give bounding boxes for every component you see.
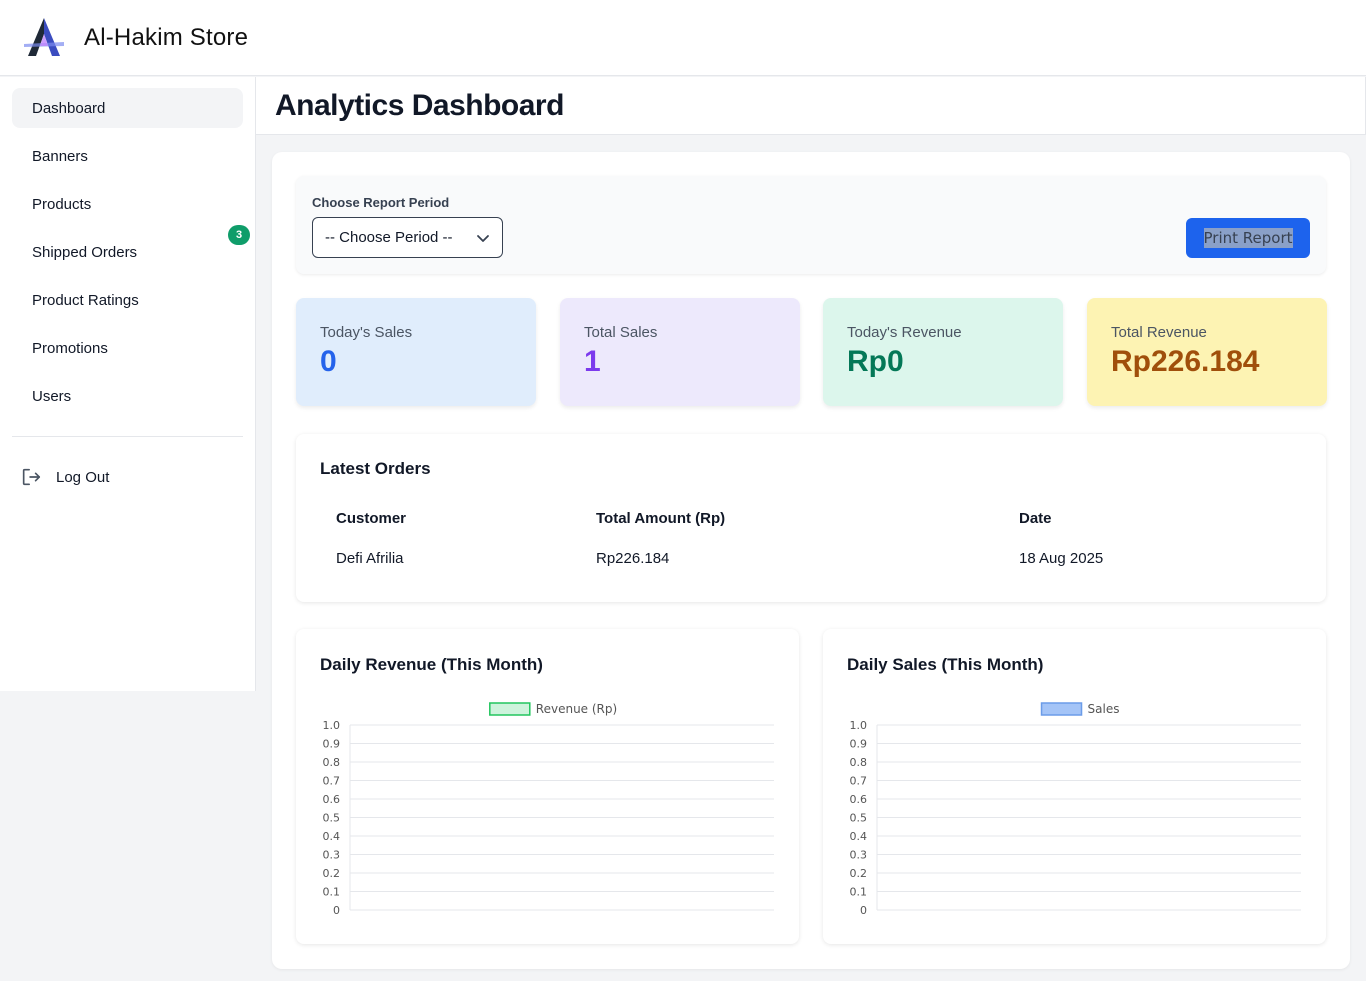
- table-cell-customer: Defi Afrilia: [336, 550, 404, 567]
- sidebar-empty-area: [0, 691, 256, 981]
- sidebar-item-label: Promotions: [32, 339, 108, 357]
- y-tick-label: 0.8: [850, 756, 868, 769]
- stat-card-total-sales: Total Sales 1: [560, 298, 800, 406]
- y-tick-label: 0.3: [323, 849, 341, 862]
- sidebar-item-label: Product Ratings: [32, 291, 139, 309]
- page-title: Analytics Dashboard: [275, 88, 564, 122]
- sidebar-item-label: Banners: [32, 147, 88, 165]
- daily-revenue-chart-card: Daily Revenue (This Month) Revenue (Rp) 1…: [296, 629, 799, 944]
- y-tick-label: 1.0: [323, 719, 341, 732]
- stat-label: Total Sales: [584, 324, 658, 341]
- y-tick-label: 0.2: [323, 867, 341, 880]
- report-period-select[interactable]: -- Choose Period --: [312, 217, 503, 258]
- y-tick-label: 0.8: [323, 756, 341, 769]
- shipped-orders-badge: 3: [228, 225, 250, 245]
- print-report-label: Print Report: [1203, 228, 1293, 248]
- sidebar-item-banners[interactable]: Banners: [12, 136, 243, 176]
- daily-sales-chart-card: Daily Sales (This Month) Sales 1.0 0.9 0.8 0…: [823, 629, 1326, 944]
- sidebar-item-products[interactable]: Products: [12, 184, 243, 224]
- page-header: Analytics Dashboard: [256, 77, 1366, 135]
- daily-sales-chart: Sales 1.0 0.9 0.8 0.7 0.6 0.5 0.4 0.3 0.2 0.1 0: [850, 702, 1301, 917]
- legend-swatch: [1040, 702, 1083, 716]
- stat-value: Rp226.184: [1111, 345, 1260, 378]
- latest-orders-card: Latest Orders Customer Total Amount (Rp)…: [296, 434, 1326, 602]
- y-tick-label: 0: [333, 904, 340, 917]
- stat-label: Today's Revenue: [847, 324, 962, 341]
- top-bar: Al-Hakim Store: [0, 0, 1366, 76]
- stat-value: 0: [320, 345, 337, 378]
- y-tick-label: 0: [860, 904, 867, 917]
- y-tick-label: 0.5: [850, 812, 868, 825]
- logout-button[interactable]: Log Out: [20, 459, 109, 495]
- column-header-total-amount: Total Amount (Rp): [596, 510, 726, 527]
- sidebar-divider: [12, 436, 243, 437]
- legend-swatch: [489, 702, 531, 716]
- stat-card-total-revenue: Total Revenue Rp226.184: [1087, 298, 1327, 406]
- legend-label: Sales: [1088, 702, 1120, 716]
- logo-icon: [24, 17, 64, 56]
- print-report-button[interactable]: Print Report: [1186, 218, 1310, 258]
- y-tick-label: 0.1: [850, 886, 868, 899]
- daily-revenue-chart: Revenue (Rp) 1.0 0.9 0.8 0.7 0.6 0.5 0.4 0.3 0.2 0…: [323, 702, 774, 917]
- sidebar-item-users[interactable]: Users: [12, 376, 243, 416]
- table-cell-total-amount: Rp226.184: [596, 550, 670, 567]
- y-tick-label: 0.6: [323, 793, 341, 806]
- sidebar-item-product-ratings[interactable]: Product Ratings: [12, 280, 243, 320]
- y-tick-label: 0.4: [323, 830, 341, 843]
- stat-card-todays-sales: Today's Sales 0: [296, 298, 536, 406]
- y-tick-label: 0.5: [323, 812, 341, 825]
- y-tick-label: 1.0: [850, 719, 868, 732]
- y-tick-label: 0.7: [850, 775, 868, 788]
- sidebar-item-label: Products: [32, 195, 92, 213]
- sidebar-item-label: Dashboard: [32, 99, 106, 117]
- sidebar-item-shipped-orders[interactable]: Shipped Orders: [12, 232, 243, 272]
- column-header-customer: Customer: [336, 510, 407, 527]
- logout-icon: [22, 468, 41, 486]
- y-tick-label: 0.9: [850, 738, 868, 751]
- stat-card-todays-revenue: Today's Revenue Rp0: [823, 298, 1063, 406]
- report-period-panel: Choose Report Period -- Choose Period --…: [296, 176, 1326, 274]
- stat-label: Today's Sales: [320, 324, 413, 341]
- report-period-label: Choose Report Period: [312, 195, 450, 210]
- y-tick-label: 0.6: [850, 793, 868, 806]
- brand-name: Al-Hakim Store: [84, 23, 249, 51]
- latest-orders-title: Latest Orders: [320, 459, 431, 478]
- y-tick-label: 0.9: [323, 738, 341, 751]
- logout-label: Log Out: [56, 468, 110, 486]
- sidebar-item-label: Users: [32, 387, 72, 405]
- y-tick-label: 0.2: [850, 867, 868, 880]
- sidebar-item-promotions[interactable]: Promotions: [12, 328, 243, 368]
- stat-label: Total Revenue: [1111, 324, 1207, 341]
- stat-value: Rp0: [847, 345, 904, 378]
- y-tick-label: 0.3: [850, 849, 868, 862]
- y-tick-label: 0.4: [850, 830, 868, 843]
- sidebar-item-dashboard[interactable]: Dashboard: [12, 88, 243, 128]
- chevron-down-icon: [477, 235, 489, 242]
- report-period-value: -- Choose Period --: [325, 229, 453, 246]
- sidebar: Dashboard Banners Products Shipped Order…: [0, 77, 256, 691]
- stat-value: 1: [584, 345, 601, 378]
- legend-label: Revenue (Rp): [536, 702, 617, 716]
- sidebar-item-label: Shipped Orders: [32, 243, 138, 261]
- y-tick-label: 0.7: [323, 775, 341, 788]
- column-header-date: Date: [1019, 510, 1052, 527]
- table-cell-date: 18 Aug 2025: [1019, 550, 1104, 567]
- y-tick-label: 0.1: [323, 886, 341, 899]
